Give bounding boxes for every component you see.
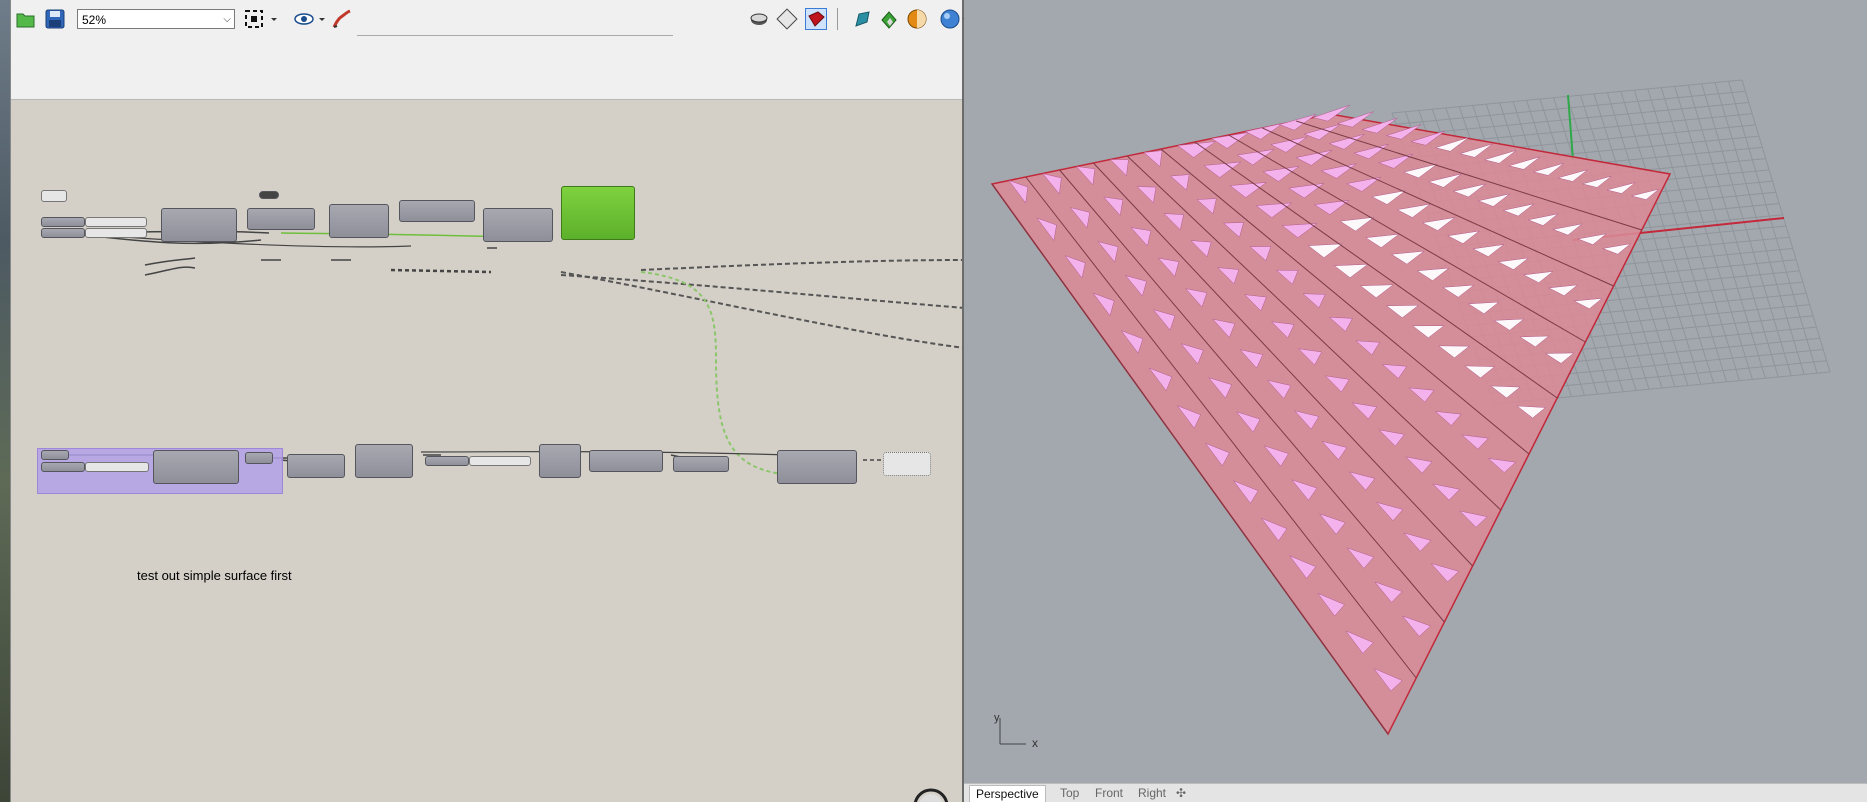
- zoom-dropdown[interactable]: 52% ⌵: [77, 9, 235, 29]
- viewport-scene: [990, 79, 1831, 745]
- preview-wireframe-icon[interactable]: [748, 8, 770, 30]
- node-component[interactable]: [483, 208, 553, 242]
- node-component[interactable]: [673, 456, 729, 472]
- grid-line: [1674, 86, 1766, 379]
- canvas-toolbar: 52% ⌵: [11, 0, 969, 38]
- node-component[interactable]: [539, 444, 581, 478]
- grid-line: [1714, 82, 1805, 375]
- slider-component[interactable]: [469, 456, 531, 466]
- node-component[interactable]: [153, 450, 239, 484]
- param-component[interactable]: [41, 228, 85, 238]
- rhino-viewport[interactable]: y x Perspective Top Front Right ✣: [964, 0, 1867, 802]
- param-component[interactable]: [41, 462, 85, 472]
- param-component[interactable]: [41, 450, 69, 460]
- grid-line: [1647, 88, 1741, 381]
- tab-front[interactable]: Front: [1089, 785, 1129, 801]
- preview-selected-icon[interactable]: [805, 8, 827, 30]
- node-component[interactable]: [589, 450, 663, 472]
- toolbar-divider: [357, 35, 673, 36]
- chevron-down-icon: ⌵: [223, 14, 231, 25]
- preview-shaded-icon[interactable]: [776, 8, 798, 30]
- param-component[interactable]: [41, 217, 85, 227]
- panel-component[interactable]: [41, 190, 67, 202]
- node-component[interactable]: [245, 452, 273, 464]
- node-component[interactable]: [287, 454, 345, 478]
- grid-line: [1660, 87, 1753, 380]
- slider-component[interactable]: [85, 217, 147, 227]
- slider-component[interactable]: [85, 462, 149, 472]
- material-icon[interactable]: [906, 8, 928, 30]
- toolbar-separator: [837, 8, 838, 30]
- world-axis-widget: [999, 718, 1026, 745]
- node-component[interactable]: [355, 444, 413, 478]
- open-file-icon[interactable]: [15, 8, 37, 30]
- node-component[interactable]: [161, 208, 237, 242]
- node-component[interactable]: [247, 208, 315, 230]
- preview-icon[interactable]: [293, 8, 315, 30]
- dropdown-arrow-icon[interactable]: [269, 8, 279, 30]
- gradient-icon[interactable]: [878, 8, 900, 30]
- slider-knob-component[interactable]: [259, 191, 279, 199]
- sketch-icon[interactable]: [331, 8, 353, 30]
- tab-perspective[interactable]: Perspective: [969, 785, 1046, 802]
- canvas-header-band: [11, 37, 962, 100]
- desktop-background: [0, 0, 10, 802]
- grid-line: [1687, 84, 1779, 378]
- canvas-note: test out simple surface first: [137, 568, 292, 583]
- selected-component[interactable]: [561, 186, 635, 240]
- grid-line: [1633, 90, 1728, 382]
- grid-line: [1701, 83, 1792, 376]
- viewport-tabs: Perspective Top Front Right ✣: [964, 783, 1867, 802]
- node-component[interactable]: [777, 450, 857, 484]
- tab-right[interactable]: Right: [1132, 785, 1172, 801]
- axis-label-x: x: [1032, 736, 1038, 750]
- node-component[interactable]: [329, 204, 389, 238]
- grid-line: [1741, 79, 1831, 373]
- panel-component[interactable]: [883, 452, 931, 476]
- slider-component[interactable]: [85, 228, 147, 238]
- param-component[interactable]: [425, 456, 469, 466]
- node-component[interactable]: [399, 200, 475, 222]
- pattern-surface: [990, 104, 1672, 736]
- save-icon[interactable]: [44, 8, 66, 30]
- dropdown-arrow-icon[interactable]: [317, 8, 327, 30]
- radial-menu-icon[interactable]: [911, 788, 951, 802]
- grasshopper-window: 52% ⌵ test out simple surface first: [10, 0, 969, 802]
- grasshopper-canvas[interactable]: test out simple surface first: [11, 100, 962, 802]
- zoom-value: 52%: [82, 13, 107, 27]
- zoom-extents-icon[interactable]: [243, 8, 265, 30]
- tab-top[interactable]: Top: [1054, 785, 1085, 801]
- axis-label-y: y: [994, 712, 1000, 724]
- add-tab-icon[interactable]: ✣: [1170, 785, 1192, 801]
- grid-line: [1728, 81, 1818, 374]
- bake-icon[interactable]: [851, 8, 873, 30]
- sphere-icon[interactable]: [939, 8, 961, 30]
